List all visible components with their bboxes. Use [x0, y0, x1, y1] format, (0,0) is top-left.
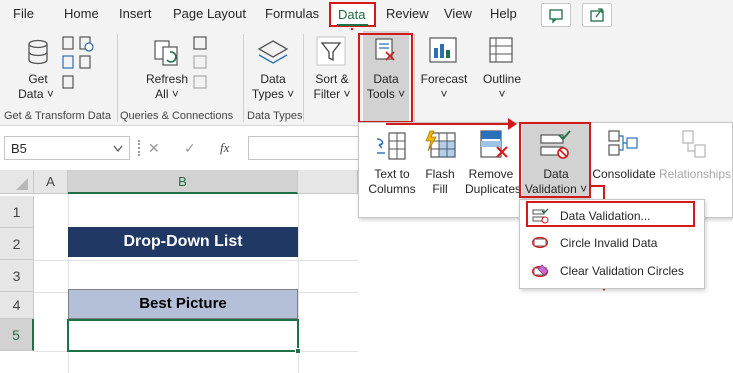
remove-duplicates-label-2[interactable]: Duplicates [461, 182, 525, 196]
menu-formulas[interactable]: Formulas [265, 6, 319, 21]
forecast-icon [429, 37, 457, 63]
outline-label-1[interactable]: Outline [478, 72, 526, 86]
name-box[interactable]: B5 [4, 136, 130, 160]
text-to-columns-label-2[interactable]: Columns [363, 182, 421, 196]
menu-view[interactable]: View [444, 6, 472, 21]
refresh-icon [154, 40, 178, 66]
data-types-label-2[interactable]: Types ˅ [248, 87, 298, 101]
formula-bar-grip[interactable] [138, 140, 140, 156]
menu-item-label: Clear Validation Circles [560, 264, 684, 278]
forecast-label-2[interactable]: ˅ [424, 87, 464, 101]
menu-item-circle-invalid[interactable]: Circle Invalid Data [520, 231, 704, 255]
name-box-value: B5 [11, 141, 27, 156]
sort-filter-label-1[interactable]: Sort & [308, 72, 356, 86]
select-all-corner[interactable] [0, 170, 34, 194]
get-data-label-2[interactable]: Data ˅ [12, 87, 60, 101]
ribbon-separator [117, 34, 118, 122]
row-header-1[interactable]: 1 [0, 196, 34, 228]
ribbon-separator [243, 34, 244, 122]
data-validation-highlight [519, 122, 591, 198]
share-button[interactable] [582, 3, 612, 27]
outline-icon [489, 37, 513, 63]
enter-icon[interactable]: ✓ [184, 140, 196, 157]
header-cell[interactable]: Best Picture [68, 289, 298, 319]
queries-small-icons [193, 36, 207, 89]
select-all-triangle-icon [16, 178, 28, 190]
get-data-label-1[interactable]: Get [18, 72, 58, 86]
remove-duplicates-label-1[interactable]: Remove [461, 167, 521, 181]
text-to-columns-label-1[interactable]: Text to [363, 167, 421, 181]
forecast-label-1[interactable]: Forecast [418, 72, 470, 86]
flash-fill-label-2[interactable]: Fill [419, 182, 461, 196]
remove-duplicates-icon [480, 130, 508, 158]
relationships-icon [682, 130, 706, 158]
text-to-columns-icon [376, 132, 406, 160]
data-tools-highlight [358, 33, 413, 123]
menu-help[interactable]: Help [490, 6, 517, 21]
comments-button[interactable] [541, 3, 571, 27]
filter-icon [316, 36, 346, 66]
arrow-tools-to-validation [386, 123, 510, 125]
database-icon [28, 39, 48, 65]
row-header-4[interactable]: 4 [0, 292, 34, 319]
clear-circles-icon [532, 264, 549, 278]
consolidate-label[interactable]: Consolidate [591, 167, 657, 181]
comment-icon [549, 9, 563, 24]
menu-page-layout[interactable]: Page Layout [173, 6, 246, 21]
share-icon [590, 8, 604, 22]
menu-data-label: Data [338, 7, 366, 22]
menu-bar: File Home Insert Page Layout Formulas Da… [0, 0, 733, 30]
relationships-label: Relationships [658, 167, 732, 181]
active-cell-b5[interactable] [67, 319, 299, 352]
formula-input[interactable] [248, 136, 360, 160]
flash-fill-icon [425, 130, 456, 158]
active-tab-underline [337, 24, 368, 26]
row-header-5[interactable]: 5 [0, 319, 34, 351]
sort-filter-label-2[interactable]: Filter ˅ [306, 87, 358, 101]
circle-invalid-icon [532, 236, 549, 249]
row-header-2[interactable]: 2 [0, 228, 34, 260]
menu-item-label: Circle Invalid Data [560, 236, 658, 250]
ribbon-separator [303, 34, 304, 122]
consolidate-icon [608, 130, 638, 156]
chevron-down-icon [113, 145, 123, 153]
group-get-transform: Get & Transform Data [4, 110, 111, 122]
insert-function-icon[interactable]: fx [220, 140, 229, 156]
fill-handle[interactable] [295, 348, 301, 354]
menu-insert[interactable]: Insert [119, 6, 152, 21]
column-header-a[interactable]: A [34, 170, 68, 194]
flash-fill-label-1[interactable]: Flash [419, 167, 461, 181]
outline-label-2[interactable]: ˅ [482, 87, 522, 101]
grid-line [34, 260, 358, 261]
refresh-all-label-2[interactable]: All ˅ [147, 87, 187, 101]
menu-item-highlight [526, 201, 695, 227]
menu-file[interactable]: File [13, 6, 34, 21]
ribbon-separator [414, 34, 415, 122]
menu-home[interactable]: Home [64, 6, 99, 21]
group-data-types: Data Types [247, 110, 303, 122]
data-types-label-1[interactable]: Data [253, 72, 293, 86]
menu-review[interactable]: Review [386, 6, 429, 21]
small-data-icons [62, 36, 94, 89]
column-header-c[interactable] [298, 170, 358, 194]
row-header-3[interactable]: 3 [0, 260, 34, 292]
cancel-icon[interactable]: ✕ [148, 140, 160, 157]
column-header-b[interactable]: B [68, 170, 298, 194]
menu-item-clear-circles[interactable]: Clear Validation Circles [520, 259, 704, 283]
arrow-validation-to-menu [590, 185, 604, 187]
group-queries-connections: Queries & Connections [120, 110, 234, 122]
refresh-all-label-1[interactable]: Refresh [142, 72, 192, 86]
menu-data-tab[interactable]: Data [329, 2, 376, 27]
arrow-head-icon [508, 118, 517, 130]
title-cell[interactable]: Drop-Down List [68, 227, 298, 257]
data-types-icon [257, 40, 289, 64]
